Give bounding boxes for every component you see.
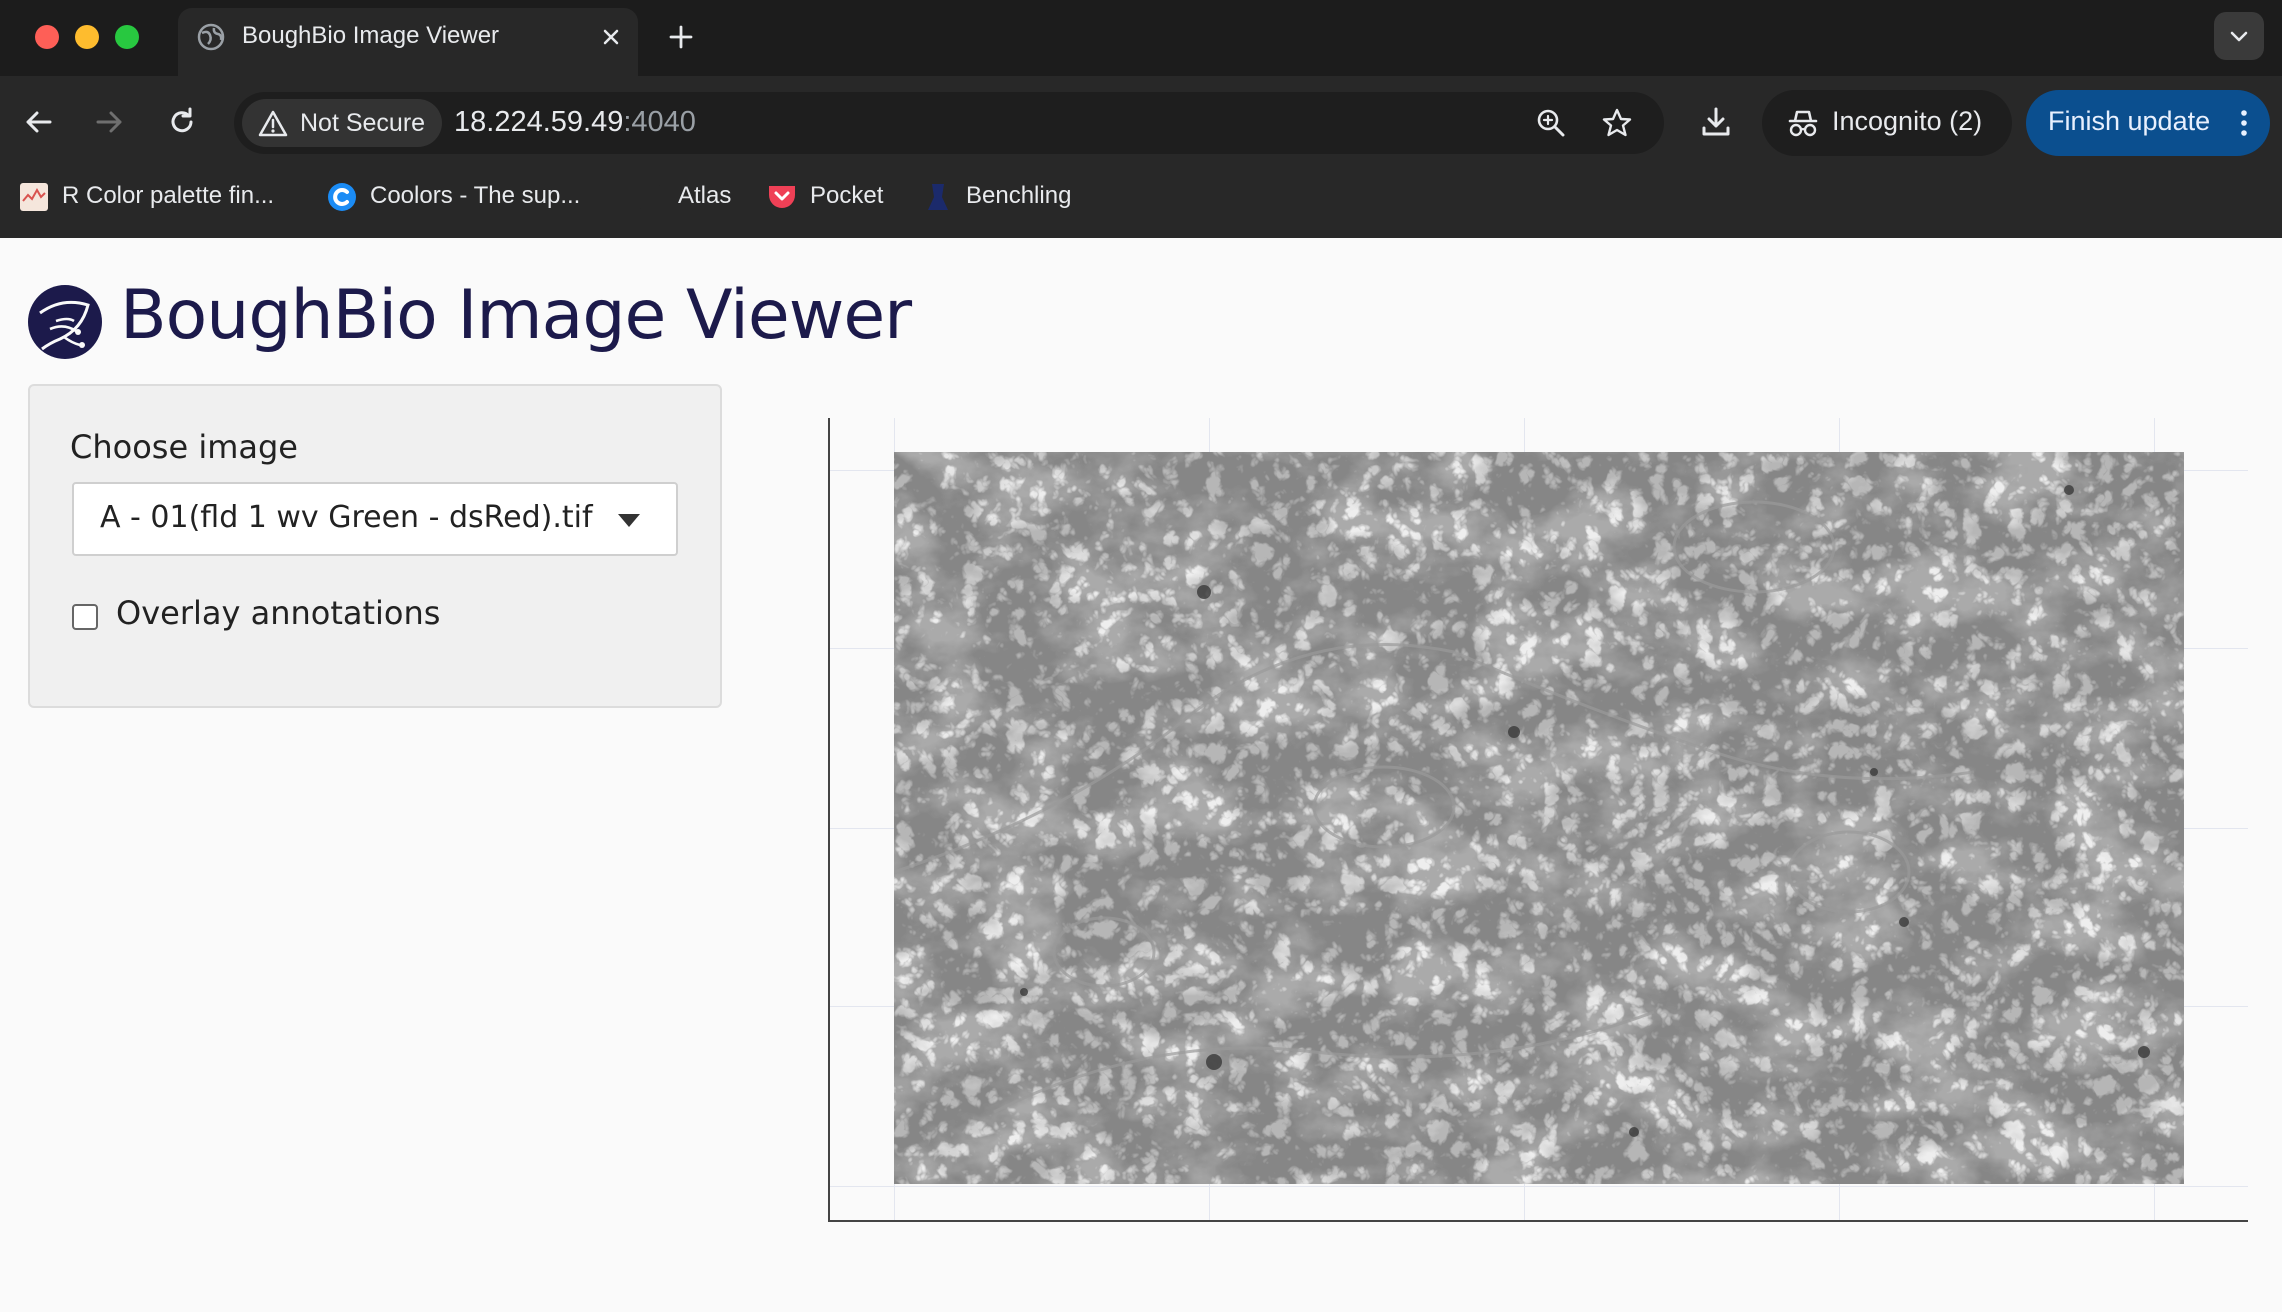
bookmark-label: R Color palette fin...	[62, 182, 275, 209]
bookmark-label: Benchling	[966, 182, 1072, 209]
security-label: Not Secure	[300, 109, 426, 137]
forward-icon[interactable]	[92, 104, 128, 140]
plot-x-axis	[828, 1220, 2248, 1222]
address-bar[interactable]: Not Secure 18.224.59.49:4040	[234, 92, 1664, 154]
overlay-label[interactable]: Overlay annotations	[116, 594, 440, 632]
page-title: BoughBio Image Viewer	[120, 276, 912, 355]
image-select-value: A - 01(fld 1 wv Green - dsRed).tif	[100, 500, 593, 535]
bookmark-label: Coolors - The sup...	[370, 182, 581, 209]
bookmark-benchling[interactable]: Benchling	[922, 178, 1092, 214]
url-port: :4040	[623, 106, 696, 138]
minimize-window-button[interactable]	[75, 25, 99, 49]
finish-update-label: Finish update	[2048, 106, 2211, 136]
boughbio-logo-icon	[28, 285, 102, 359]
url-text: 18.224.59.49:4040	[454, 106, 696, 139]
plot-y-axis	[828, 418, 830, 1222]
warning-icon	[258, 110, 288, 137]
bookmark-label: Atlas	[678, 182, 732, 209]
coolors-icon	[328, 183, 356, 211]
incognito-icon	[1788, 110, 1818, 137]
url-host: 18.224.59.49	[454, 106, 624, 138]
caret-down-icon	[618, 514, 640, 527]
bookmark-pocket[interactable]: Pocket	[766, 178, 896, 214]
app-page: BoughBio Image Viewer Choose image A - 0…	[0, 238, 2282, 1312]
sidebar-panel: Choose image A - 01(fld 1 wv Green - dsR…	[28, 384, 722, 708]
back-icon[interactable]	[20, 104, 56, 140]
reload-icon[interactable]	[164, 104, 200, 140]
more-vert-icon[interactable]	[2234, 106, 2254, 140]
close-tab-icon[interactable]	[596, 22, 626, 52]
zoom-icon[interactable]	[1534, 106, 1568, 140]
image-select[interactable]: A - 01(fld 1 wv Green - dsRed).tif	[72, 482, 678, 556]
r-palette-icon	[20, 183, 48, 211]
incognito-label: Incognito (2)	[1832, 106, 1983, 136]
tab-title: BoughBio Image Viewer	[242, 22, 500, 49]
security-chip[interactable]: Not Secure	[242, 99, 442, 147]
overlay-checkbox[interactable]	[72, 604, 98, 630]
globe-icon	[197, 23, 225, 51]
incognito-button[interactable]: Incognito (2)	[1762, 90, 2012, 156]
gridline	[828, 1186, 2248, 1187]
download-icon[interactable]	[1698, 104, 1734, 140]
tab-search-button[interactable]	[2214, 12, 2264, 60]
bookmark-r-palette[interactable]: R Color palette fin...	[18, 178, 308, 214]
browser-chrome: BoughBio Image Viewer Not Secure 18.224.…	[0, 0, 2282, 238]
bookmark-coolors[interactable]: Coolors - The sup...	[326, 178, 606, 214]
choose-image-label: Choose image	[70, 428, 298, 466]
image-plot[interactable]	[828, 418, 2248, 1222]
new-tab-icon[interactable]	[664, 20, 698, 54]
tab-strip: BoughBio Image Viewer	[0, 0, 2282, 76]
pocket-icon	[769, 186, 795, 208]
atlas-icon	[638, 185, 662, 209]
chevron-down-icon	[2230, 31, 2248, 42]
finish-update-button[interactable]: Finish update	[2026, 90, 2270, 156]
close-window-button[interactable]	[35, 25, 59, 49]
bookmark-star-icon[interactable]	[1600, 106, 1634, 140]
microscopy-image	[894, 452, 2184, 1184]
benchling-icon	[928, 184, 948, 210]
tab-active[interactable]: BoughBio Image Viewer	[178, 8, 638, 76]
bookmark-label: Pocket	[810, 182, 884, 209]
maximize-window-button[interactable]	[115, 25, 139, 49]
bookmark-atlas[interactable]: Atlas	[634, 178, 744, 214]
